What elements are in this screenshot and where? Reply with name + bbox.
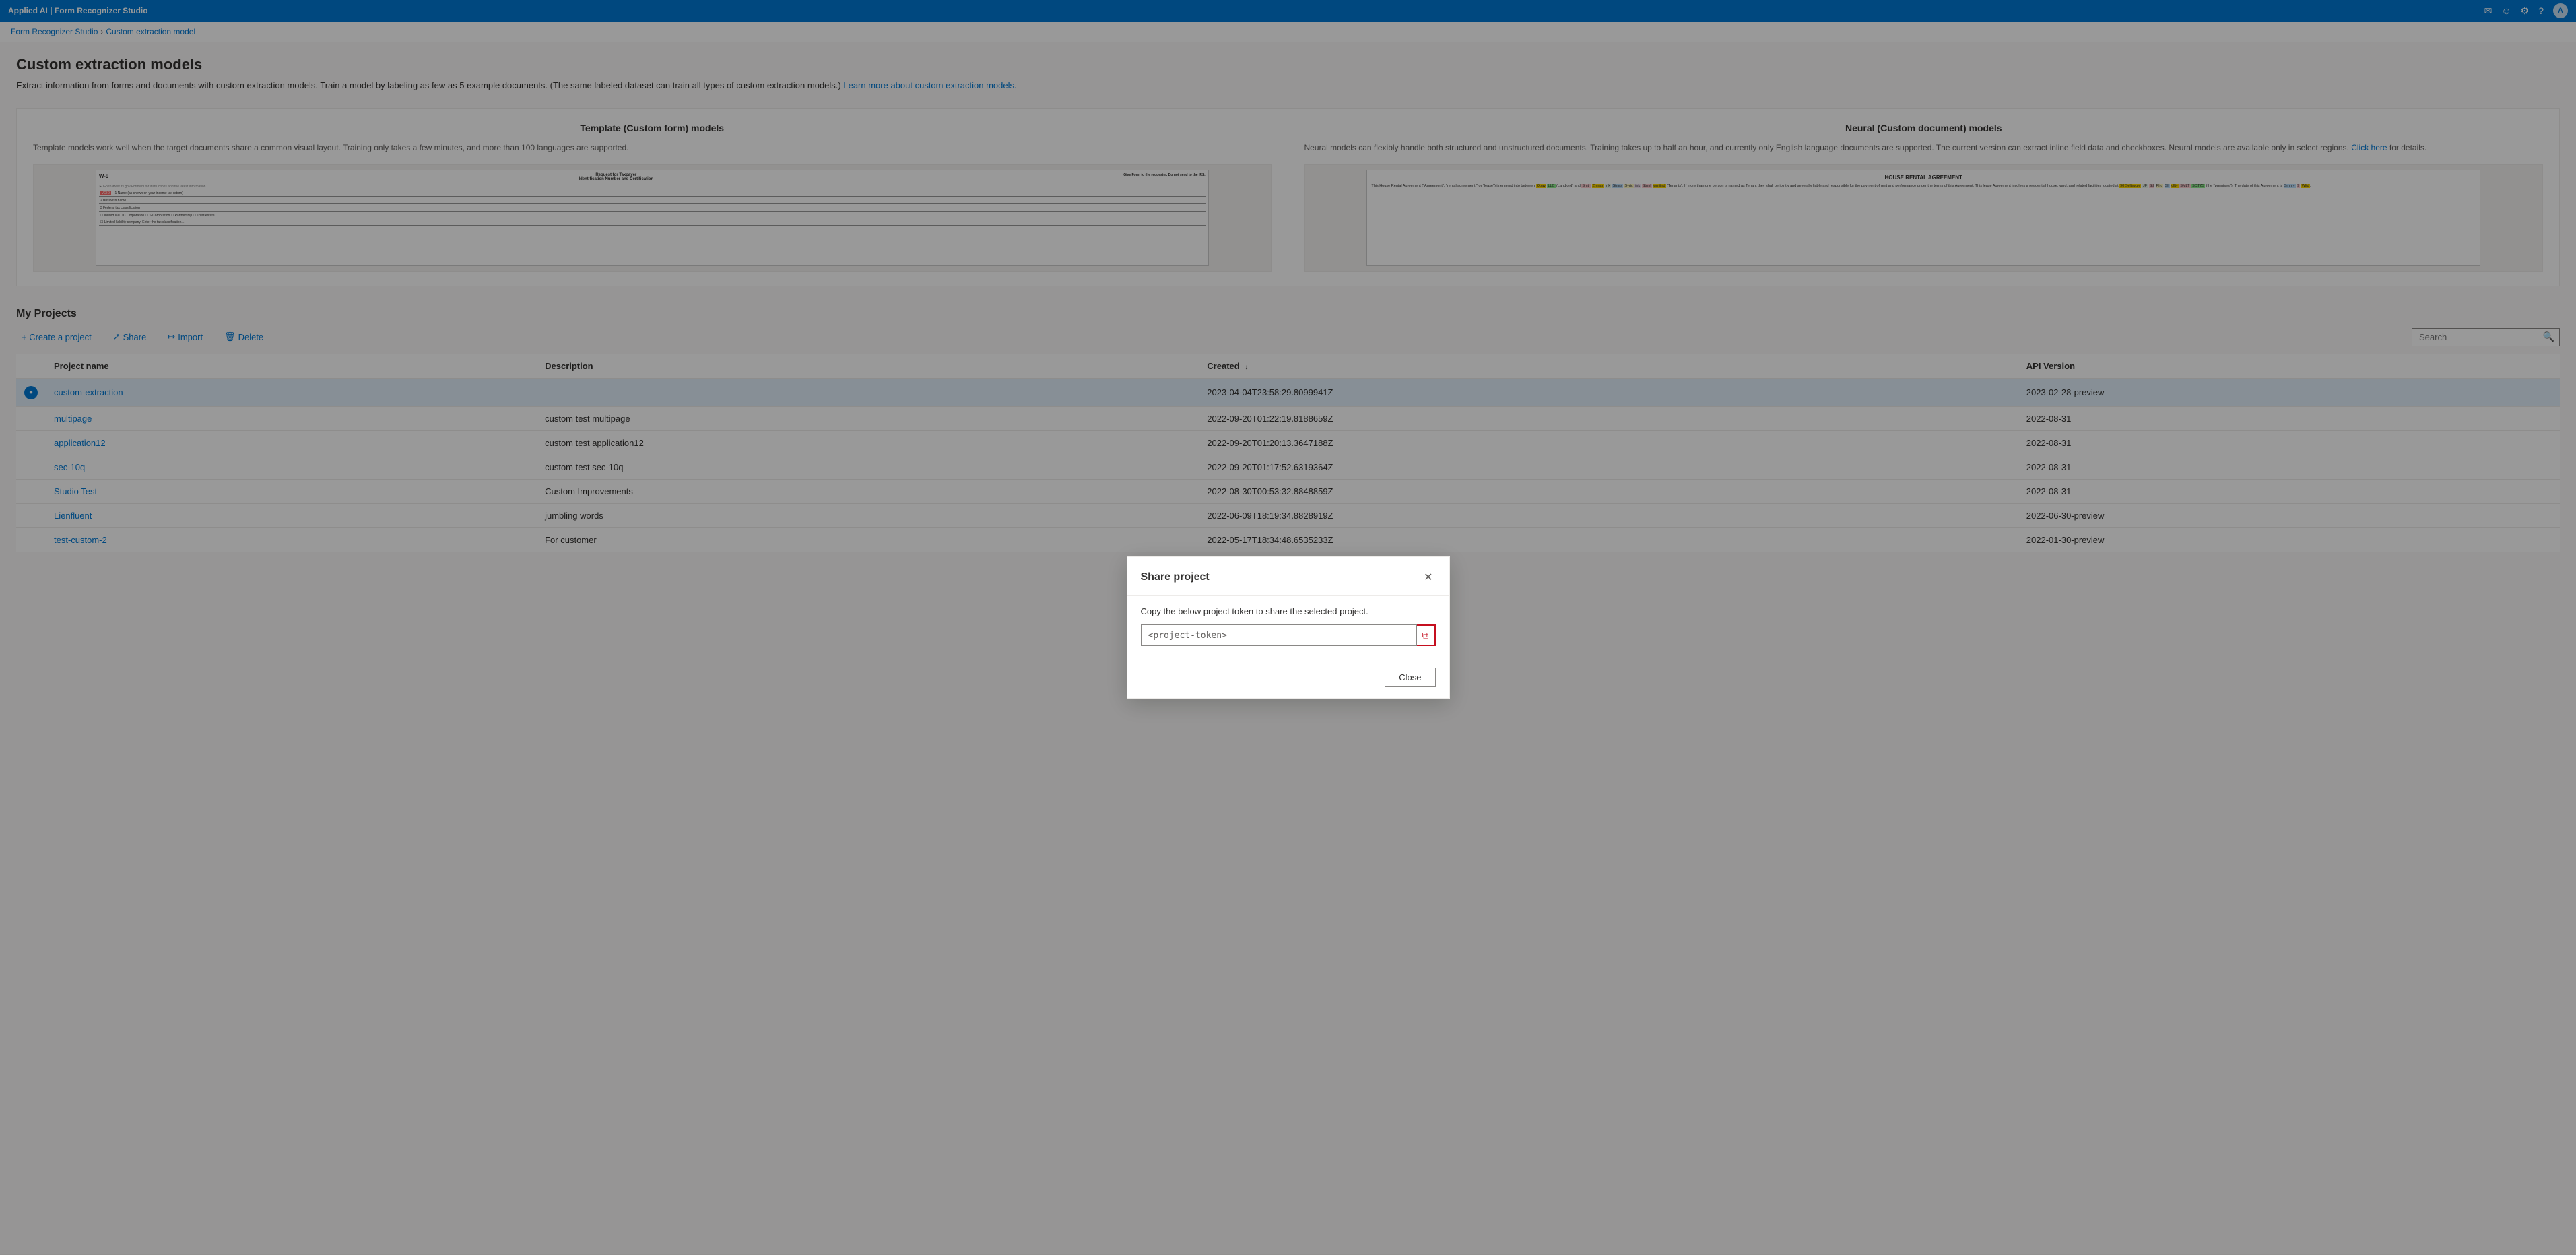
copy-icon: ⧉ bbox=[1422, 630, 1429, 641]
modal-title: Share project bbox=[1141, 571, 1210, 583]
modal-overlay[interactable]: Share project ✕ Copy the below project t… bbox=[0, 0, 2576, 1255]
modal-header: Share project ✕ bbox=[1127, 557, 1449, 596]
copy-token-button[interactable]: ⧉ bbox=[1417, 624, 1436, 646]
token-row: ⧉ bbox=[1141, 624, 1436, 646]
share-project-modal: Share project ✕ Copy the below project t… bbox=[1127, 556, 1450, 699]
modal-footer: Close bbox=[1127, 668, 1449, 698]
modal-close-btn[interactable]: Close bbox=[1385, 668, 1435, 687]
modal-description: Copy the below project token to share th… bbox=[1141, 606, 1436, 616]
project-token-input[interactable] bbox=[1141, 624, 1417, 646]
modal-body: Copy the below project token to share th… bbox=[1127, 596, 1449, 668]
modal-close-button[interactable]: ✕ bbox=[1421, 568, 1435, 587]
